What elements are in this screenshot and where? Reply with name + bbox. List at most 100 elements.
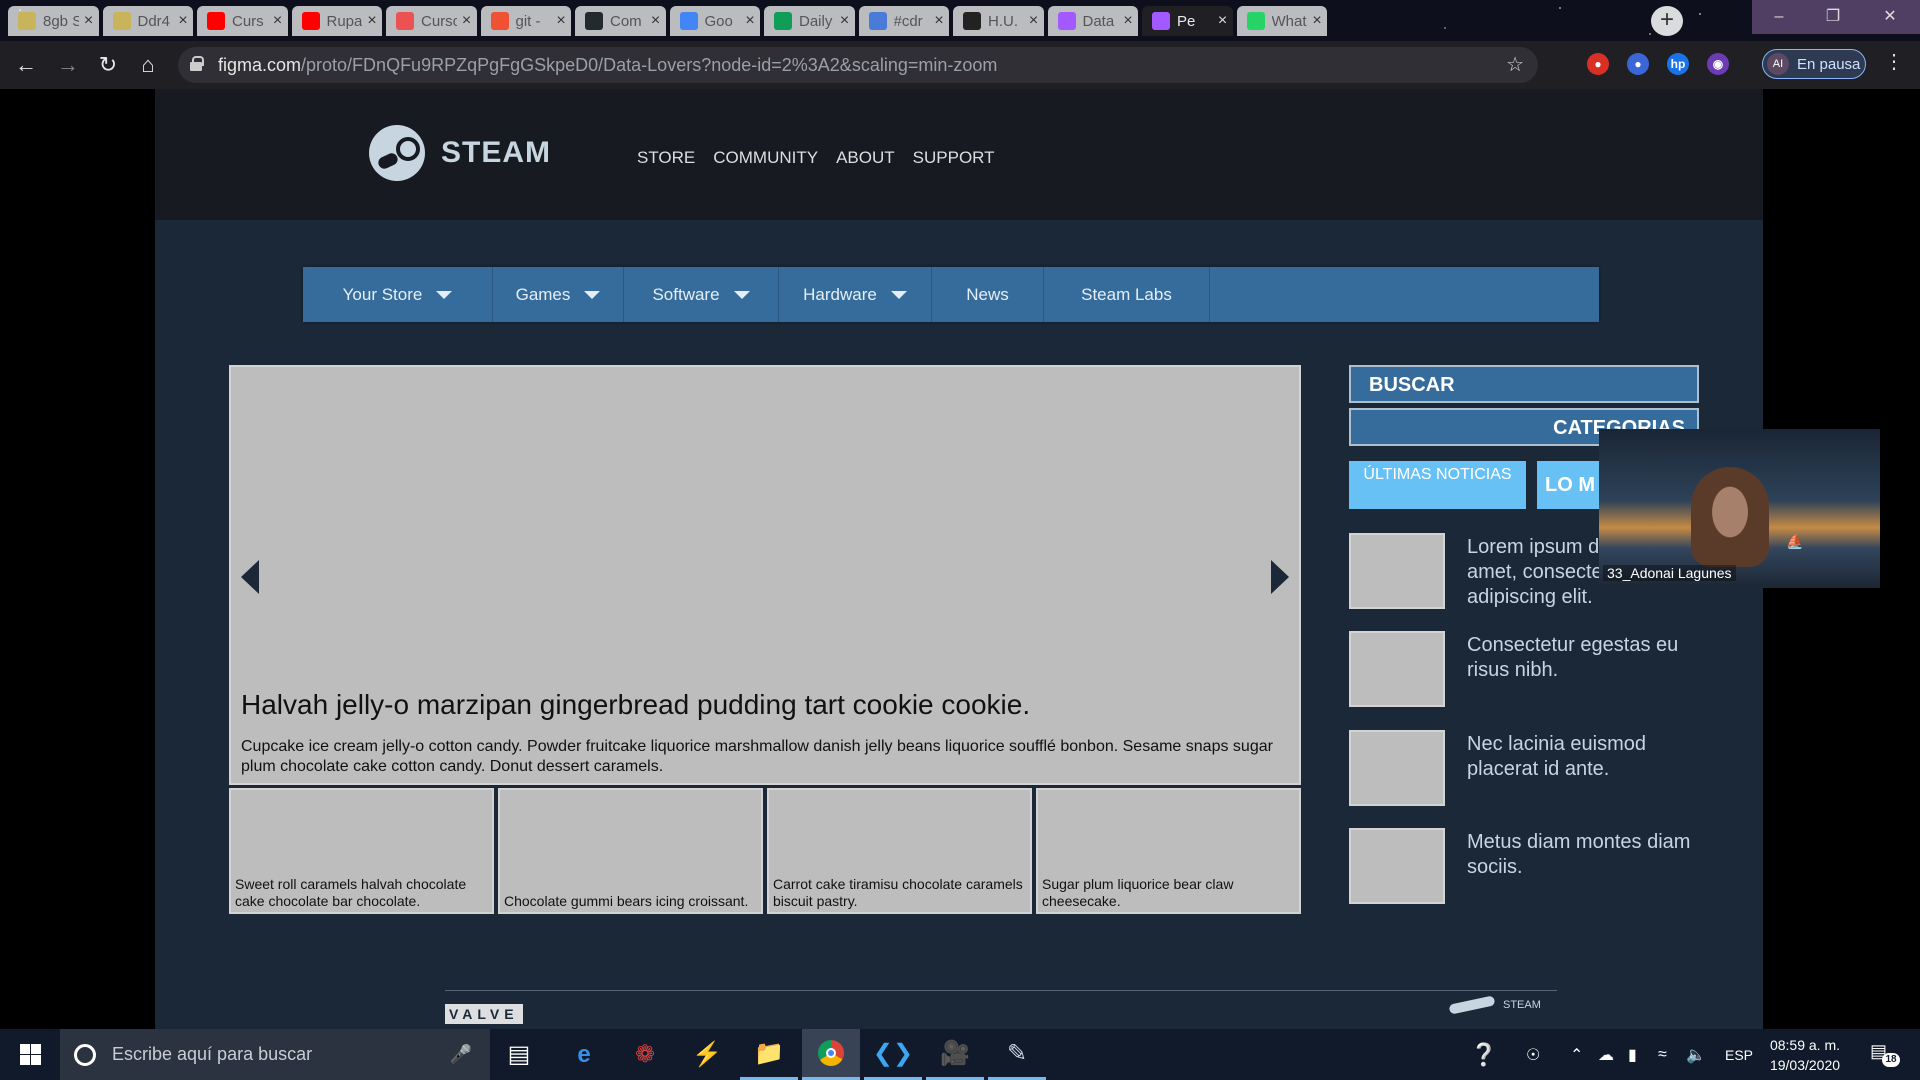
hp-extension-icon[interactable]: hp [1667,53,1689,75]
footer-steam-logo[interactable]: STEAM [1448,995,1541,1015]
forward-arrow-icon[interactable]: → [52,49,84,81]
close-tab-icon[interactable]: × [1118,12,1138,30]
zoom-icon[interactable]: 🎥 [926,1029,984,1080]
new-tab-button[interactable]: + [1651,6,1683,36]
close-tab-icon[interactable]: × [1024,12,1044,30]
news-item[interactable]: Nec lacinia euismod placerat id ante. [1349,730,1699,808]
profile-button[interactable]: AI En pausa [1762,49,1866,79]
extension-chat-icon[interactable]: ● [1627,53,1649,75]
valve-logo[interactable]: VALVE [445,1004,523,1024]
people-icon[interactable]: ☉ [1526,1029,1540,1080]
news-text: Metus diam montes diam sociis. [1467,831,1691,878]
extension-purple-icon[interactable]: ◉ [1707,53,1729,75]
close-tab-icon[interactable]: × [1213,12,1233,30]
steam-logo[interactable]: STEAM [369,125,551,181]
browser-tab[interactable]: Com × [575,6,666,36]
maximize-button[interactable]: ❐ [1806,0,1860,34]
nav-games[interactable]: Games [493,267,624,322]
news-item[interactable]: Metus diam montes diam sociis. [1349,828,1699,906]
chrome-icon[interactable] [802,1029,860,1080]
taskbar-search[interactable]: Escribe aquí para buscar 🎤 [60,1029,490,1080]
browser-tab[interactable]: #cdr × [858,6,949,36]
battery-icon[interactable]: ▮ [1628,1029,1637,1080]
close-window-button[interactable]: ✕ [1860,0,1920,34]
bolt-app-icon[interactable]: ⚡ [678,1029,736,1080]
tab-latest-news[interactable]: ÚLTIMAS NOTICIAS [1349,461,1526,509]
home-icon[interactable]: ⌂ [132,49,164,81]
clock[interactable]: 08:59 a. m. 19/03/2020 [1765,1035,1845,1075]
close-tab-icon[interactable]: × [646,12,666,30]
browser-tab-strip: 8gb S×Ddr4×Curs×Rupa×Curso×git - ×Com×Go… [0,0,1920,41]
browser-tab[interactable]: What × [1236,6,1327,36]
nav-news[interactable]: News [932,267,1044,322]
featured-carousel[interactable]: Halvah jelly-o marzipan gingerbread pudd… [229,365,1301,785]
youtube-icon [301,12,320,30]
extension-red-icon[interactable]: ● [1587,53,1609,75]
top-nav-support[interactable]: SUPPORT [913,148,995,168]
top-nav-community[interactable]: COMMUNITY [713,148,818,168]
close-tab-icon[interactable]: × [79,12,99,30]
top-nav-about[interactable]: ABOUT [836,148,895,168]
tab-title: Com [610,12,642,30]
browser-tab[interactable]: Pe × [1142,6,1233,36]
top-nav-store[interactable]: STORE [637,148,695,168]
wifi-icon[interactable]: ≈ [1658,1029,1667,1080]
carousel-next-arrow-icon[interactable] [1271,560,1289,594]
close-tab-icon[interactable]: × [268,12,288,30]
browser-tab[interactable]: git - × [480,6,571,36]
thumbnail-card[interactable]: Sweet roll caramels halvah chocolate cak… [229,788,494,914]
chrome-logo [818,1040,844,1066]
back-arrow-icon[interactable]: ← [10,49,42,81]
address-bar[interactable]: figma.com/proto/FDnQFu9RPZqPgFgGSkpeD0/D… [178,47,1538,83]
vscode-icon[interactable]: ❮❯ [864,1029,922,1080]
browser-tab[interactable]: Daily × [764,6,855,36]
close-tab-icon[interactable]: × [835,12,855,30]
thumbnail-card[interactable]: Sugar plum liquorice bear claw cheesecak… [1036,788,1301,914]
browser-tab[interactable]: Curs × [197,6,288,36]
edge-icon[interactable]: e [555,1029,613,1080]
onedrive-icon[interactable]: ☁ [1598,1029,1614,1080]
close-tab-icon[interactable]: × [740,12,760,30]
task-view-icon[interactable]: ▤ [490,1029,548,1080]
close-tab-icon[interactable]: × [929,12,949,30]
nav-your-store[interactable]: Your Store [303,267,493,322]
thumbnail-card[interactable]: Chocolate gummi bears icing croissant. [498,788,763,914]
close-tab-icon[interactable]: × [362,12,382,30]
nav-hardware[interactable]: Hardware [779,267,932,322]
close-tab-icon[interactable]: × [551,12,571,30]
close-tab-icon[interactable]: × [1307,12,1327,30]
reload-icon[interactable]: ↻ [92,49,124,81]
search-button[interactable]: BUSCAR [1349,365,1699,403]
bookmark-star-icon[interactable]: ☆ [1506,52,1524,77]
tray-expand-icon[interactable]: ⌃ [1570,1029,1583,1080]
notification-center-icon[interactable]: ▤ 18 [1870,1041,1900,1067]
file-explorer-icon[interactable]: 📁 [740,1029,798,1080]
browser-tab[interactable]: Ddr4 × [102,6,193,36]
browser-tab[interactable]: H.U. × [953,6,1044,36]
nav-steam-labs[interactable]: Steam Labs [1044,267,1210,322]
close-tab-icon[interactable]: × [457,12,477,30]
nav-software[interactable]: Software [624,267,779,322]
browser-tab[interactable]: Rupa × [291,6,382,36]
news-item[interactable]: Consectetur egestas eu risus nibh. [1349,631,1699,709]
webcam-overlay[interactable]: ⛵ 33_Adonai Lagunes [1599,429,1880,588]
bug-app-icon[interactable]: ❁ [616,1029,674,1080]
volume-icon[interactable]: 🔈 [1686,1029,1706,1080]
url-text[interactable]: figma.com/proto/FDnQFu9RPZqPgFgGSkpeD0/D… [218,55,997,76]
language-indicator[interactable]: ESP [1725,1029,1753,1080]
browser-tab[interactable]: 8gb S × [8,6,99,36]
browser-tab[interactable]: Curso× [386,6,477,36]
browser-tab[interactable]: Goo × [669,6,760,36]
browser-tab[interactable]: Data × [1047,6,1138,36]
close-tab-icon[interactable]: × [173,12,193,30]
thumbnail-card[interactable]: Carrot cake tiramisu chocolate caramels … [767,788,1032,914]
carousel-prev-arrow-icon[interactable] [241,560,259,594]
microphone-icon[interactable]: 🎤 [450,1044,472,1065]
paint-app-icon[interactable]: ✎ [988,1029,1046,1080]
windows-start-icon[interactable] [0,1029,60,1080]
sheets-icon [774,12,792,30]
url-path: /proto/FDnQFu9RPZqPgFgGSkpeD0/Data-Lover… [301,55,998,75]
help-icon[interactable]: ❔ [1470,1029,1497,1080]
minimize-button[interactable]: – [1752,0,1806,34]
browser-menu-icon[interactable]: ⋮ [1884,49,1904,74]
